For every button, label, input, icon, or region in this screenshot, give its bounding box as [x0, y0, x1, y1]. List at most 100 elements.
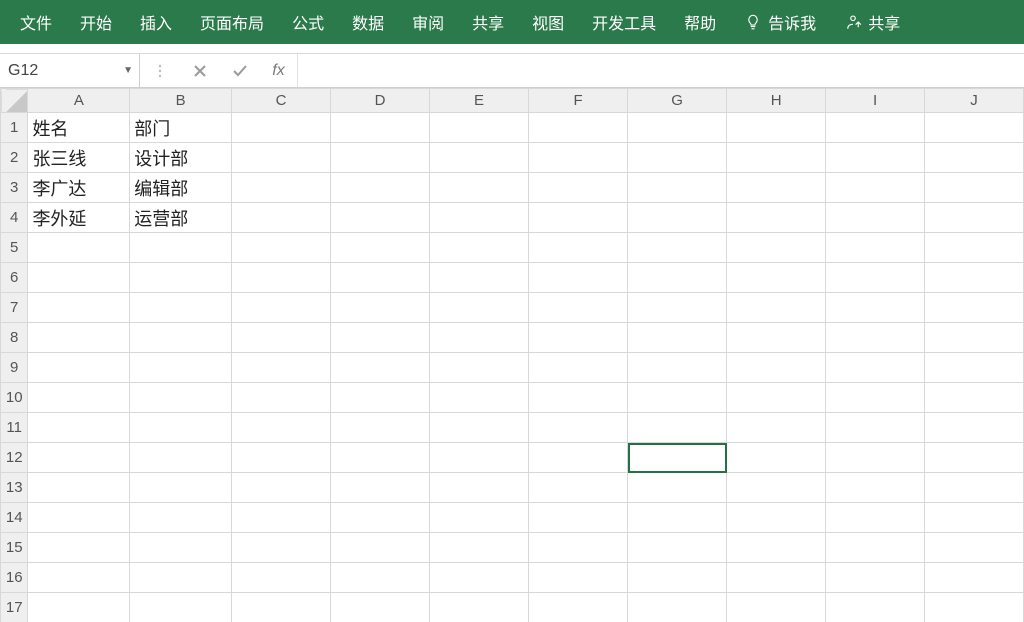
ribbon-tab-9[interactable]: 开发工具 [578, 0, 670, 44]
cell-I5[interactable] [826, 233, 925, 263]
cell-F1[interactable] [529, 113, 628, 143]
cell-I1[interactable] [826, 113, 925, 143]
cell-J9[interactable] [925, 353, 1024, 383]
cell-A14[interactable] [28, 503, 130, 533]
cell-E7[interactable] [430, 293, 529, 323]
row-header-1[interactable]: 1 [1, 113, 28, 143]
cell-G4[interactable] [628, 203, 727, 233]
cell-E13[interactable] [430, 473, 529, 503]
cell-F8[interactable] [529, 323, 628, 353]
cell-B4[interactable]: 运营部 [130, 203, 232, 233]
cell-D1[interactable] [331, 113, 430, 143]
row-header-16[interactable]: 16 [1, 563, 28, 593]
cell-I10[interactable] [826, 383, 925, 413]
cell-F2[interactable] [529, 143, 628, 173]
cell-F11[interactable] [529, 413, 628, 443]
cell-I11[interactable] [826, 413, 925, 443]
ribbon-tab-1[interactable]: 开始 [66, 0, 126, 44]
cell-G16[interactable] [628, 563, 727, 593]
ribbon-tab-8[interactable]: 视图 [518, 0, 578, 44]
cell-J1[interactable] [925, 113, 1024, 143]
cell-G3[interactable] [628, 173, 727, 203]
cell-D15[interactable] [331, 533, 430, 563]
cell-C12[interactable] [232, 443, 331, 473]
cell-F14[interactable] [529, 503, 628, 533]
cell-C3[interactable] [232, 173, 331, 203]
cell-G5[interactable] [628, 233, 727, 263]
cell-B14[interactable] [130, 503, 232, 533]
ribbon-tab-11[interactable]: 告诉我 [730, 0, 830, 44]
cell-E6[interactable] [430, 263, 529, 293]
row-header-5[interactable]: 5 [1, 233, 28, 263]
ribbon-tab-2[interactable]: 插入 [126, 0, 186, 44]
cell-C16[interactable] [232, 563, 331, 593]
cell-B1[interactable]: 部门 [130, 113, 232, 143]
cell-G2[interactable] [628, 143, 727, 173]
cell-F4[interactable] [529, 203, 628, 233]
cell-G15[interactable] [628, 533, 727, 563]
cell-I15[interactable] [826, 533, 925, 563]
cell-A7[interactable] [28, 293, 130, 323]
cell-E10[interactable] [430, 383, 529, 413]
column-header-H[interactable]: H [727, 89, 826, 113]
cell-J5[interactable] [925, 233, 1024, 263]
row-header-11[interactable]: 11 [1, 413, 28, 443]
cell-A6[interactable] [28, 263, 130, 293]
cell-F13[interactable] [529, 473, 628, 503]
row-header-15[interactable]: 15 [1, 533, 28, 563]
cell-B7[interactable] [130, 293, 232, 323]
fx-label[interactable]: fx [260, 54, 298, 87]
cell-J17[interactable] [925, 593, 1024, 622]
cell-H5[interactable] [727, 233, 826, 263]
cell-I12[interactable] [826, 443, 925, 473]
cell-D3[interactable] [331, 173, 430, 203]
cell-E17[interactable] [430, 593, 529, 622]
cell-D8[interactable] [331, 323, 430, 353]
cell-B15[interactable] [130, 533, 232, 563]
row-header-13[interactable]: 13 [1, 473, 28, 503]
cell-J7[interactable] [925, 293, 1024, 323]
cell-F17[interactable] [529, 593, 628, 622]
column-header-D[interactable]: D [331, 89, 430, 113]
cell-J16[interactable] [925, 563, 1024, 593]
cell-J3[interactable] [925, 173, 1024, 203]
cell-A3[interactable]: 李广达 [28, 173, 130, 203]
row-header-3[interactable]: 3 [1, 173, 28, 203]
cell-D12[interactable] [331, 443, 430, 473]
column-header-A[interactable]: A [28, 89, 130, 113]
row-header-8[interactable]: 8 [1, 323, 28, 353]
cell-E11[interactable] [430, 413, 529, 443]
cell-H3[interactable] [727, 173, 826, 203]
cell-D11[interactable] [331, 413, 430, 443]
cell-C7[interactable] [232, 293, 331, 323]
cell-I13[interactable] [826, 473, 925, 503]
cell-E2[interactable] [430, 143, 529, 173]
cell-I16[interactable] [826, 563, 925, 593]
cell-E4[interactable] [430, 203, 529, 233]
cell-H16[interactable] [727, 563, 826, 593]
cell-C8[interactable] [232, 323, 331, 353]
cell-A10[interactable] [28, 383, 130, 413]
row-header-9[interactable]: 9 [1, 353, 28, 383]
cell-F15[interactable] [529, 533, 628, 563]
ribbon-tab-5[interactable]: 数据 [338, 0, 398, 44]
cell-D13[interactable] [331, 473, 430, 503]
cell-F5[interactable] [529, 233, 628, 263]
cell-B5[interactable] [130, 233, 232, 263]
cell-J14[interactable] [925, 503, 1024, 533]
cell-J12[interactable] [925, 443, 1024, 473]
cell-G8[interactable] [628, 323, 727, 353]
ribbon-tab-12[interactable]: 共享 [830, 0, 914, 44]
cell-A5[interactable] [28, 233, 130, 263]
cell-C5[interactable] [232, 233, 331, 263]
cell-J6[interactable] [925, 263, 1024, 293]
cell-J13[interactable] [925, 473, 1024, 503]
cell-F3[interactable] [529, 173, 628, 203]
cell-H1[interactable] [727, 113, 826, 143]
cell-B6[interactable] [130, 263, 232, 293]
cell-I14[interactable] [826, 503, 925, 533]
row-header-6[interactable]: 6 [1, 263, 28, 293]
cell-D14[interactable] [331, 503, 430, 533]
cell-C15[interactable] [232, 533, 331, 563]
cell-C14[interactable] [232, 503, 331, 533]
